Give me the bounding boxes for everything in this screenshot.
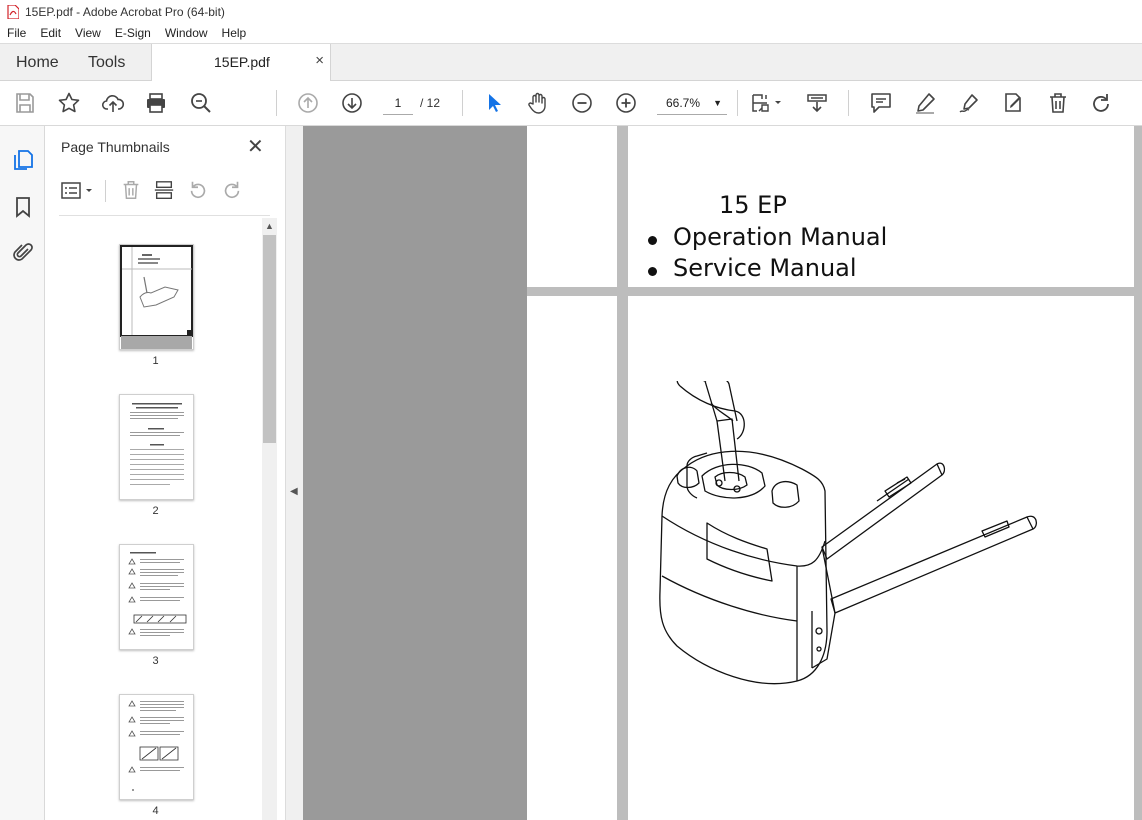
page-thumbnail-1[interactable] <box>119 244 194 350</box>
pdf-page: 15 EP Operation Manual Service Manual <box>527 126 1142 820</box>
upload-icon[interactable] <box>100 90 126 116</box>
rotate-right-icon[interactable] <box>221 179 243 201</box>
menu-bar: File Edit View E-Sign Window Help <box>0 23 1142 43</box>
menu-view[interactable]: View <box>68 26 108 40</box>
thumbnail-preview <box>120 695 193 799</box>
panel-divider <box>59 215 270 216</box>
document-bullet-2: Service Manual <box>673 254 857 282</box>
fill-sign-icon[interactable] <box>1000 90 1026 116</box>
menu-window[interactable]: Window <box>158 26 215 40</box>
page-total: / 12 <box>420 96 441 110</box>
toolbar: 1 / 12 66.7% ▼ <box>0 81 1142 126</box>
table-border <box>1134 126 1142 820</box>
toolbar-separator <box>737 90 738 116</box>
toolbar-separator <box>462 90 463 116</box>
table-border <box>527 287 1134 296</box>
thumbnails-panel: Page Thumbnails ✕ 1 2 3 4 ▲ <box>45 126 285 820</box>
left-rail <box>0 126 45 820</box>
pallet-truck-illustration <box>659 381 1038 685</box>
hand-icon[interactable] <box>525 90 551 116</box>
toolbar-separator <box>276 90 277 116</box>
tab-document-label: 15EP.pdf <box>214 54 270 70</box>
delete-page-icon[interactable] <box>120 179 142 201</box>
chevron-down-icon: ▼ <box>713 98 722 108</box>
panel-splitter[interactable]: ◀ <box>285 126 303 820</box>
bullet-icon <box>648 236 657 245</box>
zoom-out-icon[interactable] <box>569 90 595 116</box>
delete-icon[interactable] <box>1045 90 1071 116</box>
panel-separator <box>105 180 106 202</box>
scroll-up-arrow-icon[interactable]: ▲ <box>265 221 274 231</box>
toolbar-separator <box>848 90 849 116</box>
tab-document[interactable]: 15EP.pdf × <box>151 44 331 82</box>
bookmark-star-icon[interactable] <box>56 90 82 116</box>
comment-icon[interactable] <box>868 90 894 116</box>
search-zoom-icon[interactable] <box>188 90 214 116</box>
page-up-icon[interactable] <box>295 90 321 116</box>
highlight-icon[interactable] <box>912 90 938 116</box>
zoom-value: 66.7% <box>666 96 701 110</box>
menu-file[interactable]: File <box>0 26 33 40</box>
thumbnail-label-2: 2 <box>152 505 159 517</box>
close-tab-icon[interactable]: × <box>315 52 324 69</box>
thumbnail-label-4: 4 <box>152 805 159 817</box>
options-menu-icon[interactable] <box>61 180 95 202</box>
thumbnail-preview <box>120 245 193 349</box>
document-bullet-1: Operation Manual <box>673 223 888 251</box>
save-icon[interactable] <box>12 90 38 116</box>
tab-home[interactable]: Home <box>16 44 59 81</box>
document-view[interactable]: 15 EP Operation Manual Service Manual <box>303 126 1142 820</box>
menu-edit[interactable]: Edit <box>33 26 68 40</box>
tab-bar: Home Tools 15EP.pdf × <box>0 43 1142 82</box>
zoom-select[interactable]: 66.7% ▼ <box>657 92 727 115</box>
thumbnail-preview <box>120 545 193 649</box>
page-number-input[interactable]: 1 <box>383 92 413 115</box>
thumbnail-label-3: 3 <box>152 655 159 667</box>
window-title: 15EP.pdf - Adobe Acrobat Pro (64-bit) <box>25 4 225 19</box>
rotate-left-icon[interactable] <box>187 179 209 201</box>
sign-icon[interactable] <box>956 90 982 116</box>
tab-tools[interactable]: Tools <box>88 44 125 81</box>
page-thumbnail-2[interactable] <box>119 394 194 500</box>
zoom-in-icon[interactable] <box>613 90 639 116</box>
document-model-title: 15 EP <box>719 191 787 219</box>
attachment-icon[interactable] <box>11 241 35 265</box>
fit-page-icon[interactable] <box>750 90 786 116</box>
page-down-icon[interactable] <box>339 90 365 116</box>
thumbnail-scrollbar[interactable]: ▲ <box>262 218 277 820</box>
close-panel-icon[interactable]: ✕ <box>247 134 264 159</box>
page-thumbnail-4[interactable] <box>119 694 194 800</box>
menu-help[interactable]: Help <box>215 26 254 40</box>
insert-page-icon[interactable] <box>153 179 175 201</box>
scrollbar-thumb[interactable] <box>263 235 276 443</box>
table-border <box>617 126 628 820</box>
title-bar: 15EP.pdf - Adobe Acrobat Pro (64-bit) <box>0 0 1142 23</box>
menu-esign[interactable]: E-Sign <box>108 26 158 40</box>
select-cursor-icon[interactable] <box>481 90 507 116</box>
print-icon[interactable] <box>143 90 169 116</box>
page-thumbnail-3[interactable] <box>119 544 194 650</box>
bullet-icon <box>648 267 657 276</box>
thumbnail-preview <box>120 395 193 499</box>
rotate-icon[interactable] <box>1088 90 1114 116</box>
collapse-arrow-icon[interactable]: ◀ <box>290 486 298 497</box>
scroll-mode-icon[interactable] <box>804 90 830 116</box>
thumbnail-label-1: 1 <box>152 355 159 367</box>
pdf-file-icon <box>7 4 19 19</box>
page-thumbnails-icon[interactable] <box>11 148 35 172</box>
panel-title: Page Thumbnails <box>61 139 170 155</box>
bookmarks-icon[interactable] <box>11 195 35 219</box>
